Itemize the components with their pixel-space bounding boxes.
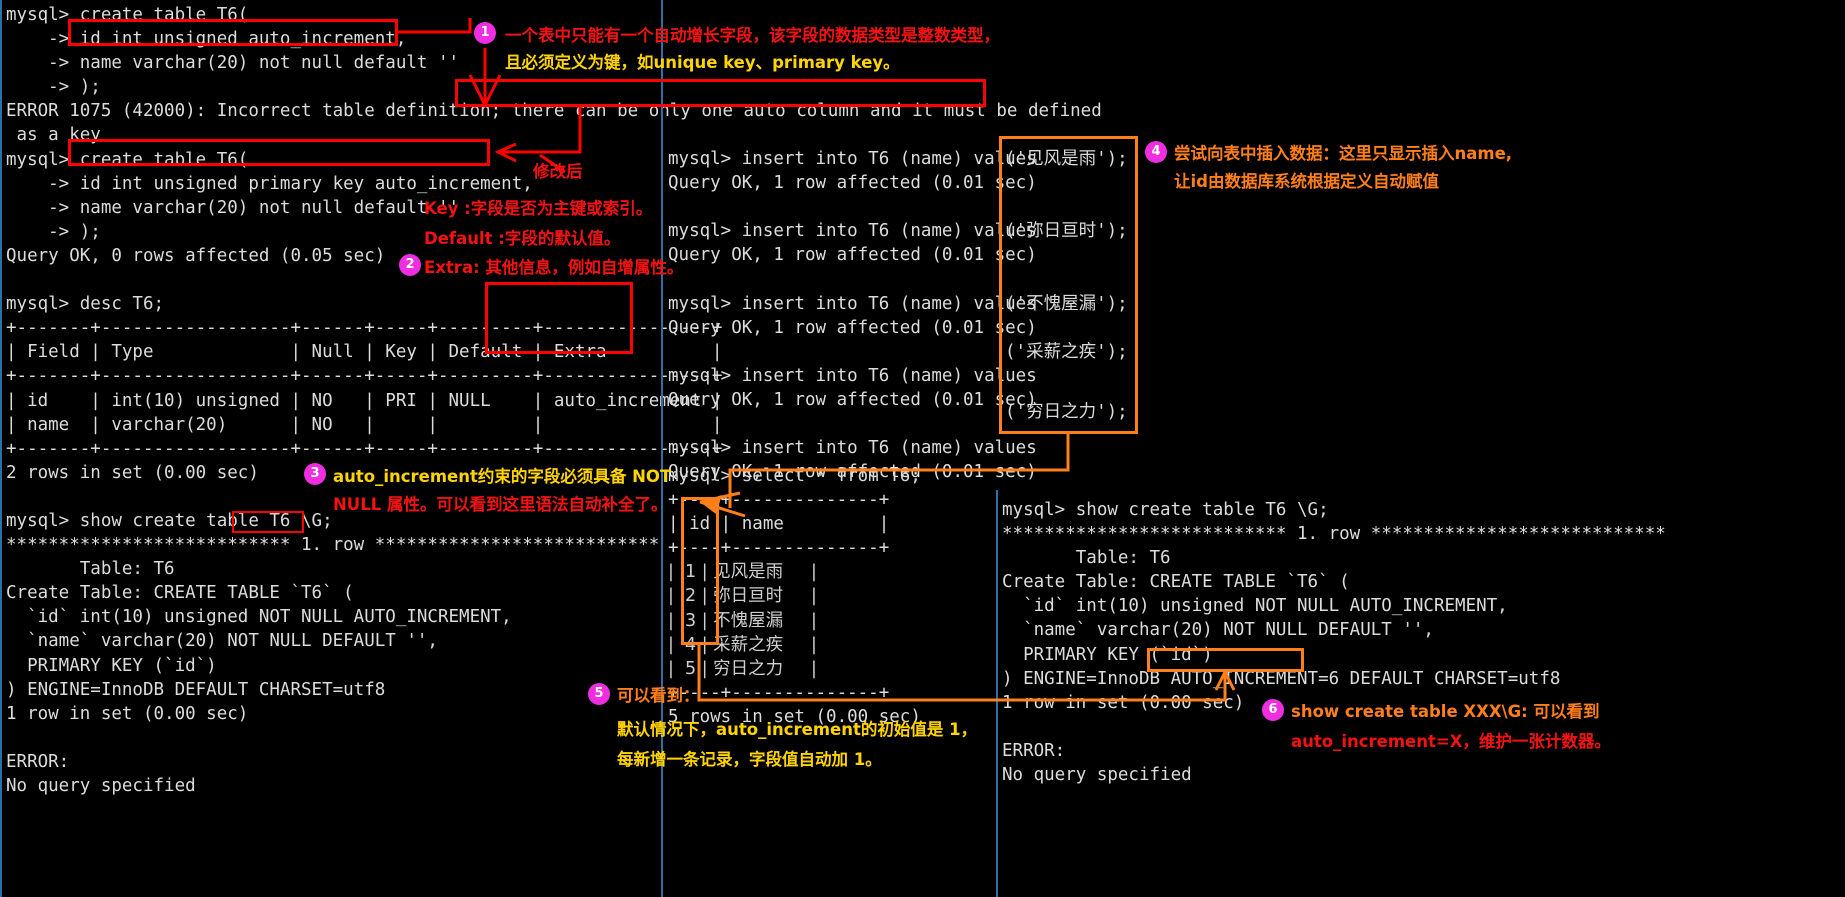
term-line: Table: T6	[1002, 548, 1171, 569]
term-line: +-------+------------------+------+-----…	[6, 438, 723, 459]
term-line: | 3 | 不愧屋漏 |	[668, 610, 817, 631]
term-line: ERROR:	[6, 751, 70, 772]
term-line: `id` int(10) unsigned NOT NULL AUTO_INCR…	[6, 607, 512, 628]
term-line: mysql> create table T6(	[6, 149, 249, 170]
annotation-3-line-2: NULL 属性。可以看到这里语法自动补全了。	[333, 495, 668, 514]
term-line: Query OK, 1 row affected (0.01 sec)	[668, 173, 1037, 194]
term-line: -> id int unsigned auto_increment,	[6, 29, 407, 50]
term-line: +----+--------------+	[668, 538, 890, 559]
annotation-5-line-1: 可以看到：	[617, 686, 700, 705]
annotation-5-line-2: 默认情况下，auto_increment的初始值是 1，	[617, 720, 978, 739]
middle-terminal-select[interactable]: mysql> select * from T6; +----+---------…	[668, 464, 1008, 729]
term-line: Query OK, 1 row affected (0.01 sec)	[668, 317, 1037, 338]
term-line: `id` int(10) unsigned NOT NULL AUTO_INCR…	[1002, 596, 1508, 617]
term-line: +-------+------------------+------+-----…	[6, 366, 723, 387]
term-line: +----+--------------+	[668, 490, 890, 511]
annotation-2-line-1: Key :字段是否为主键或索引。	[424, 199, 653, 218]
term-line: *************************** 1. row *****…	[1002, 524, 1666, 545]
term-line: | name | varchar(20) | NO | | | |	[6, 414, 723, 435]
after-modification-label: 修改后	[533, 162, 583, 181]
term-line: mysql> desc T6;	[6, 294, 165, 315]
term-line: as a key	[6, 125, 101, 146]
term-line: PRIMARY KEY (`id`)	[1002, 644, 1213, 665]
term-line: mysql> insert into T6 (name) values	[668, 365, 1037, 386]
annotation-2-line-3: Extra: 其他信息，例如自增属性。	[424, 258, 684, 277]
term-line: *************************** 1. row *****…	[6, 535, 660, 556]
annotation-3-line-1: auto_increment约束的字段必须具备 NOT	[333, 467, 672, 486]
term-line: +----+--------------+	[668, 682, 890, 703]
insert-value-1: ('弥日亘时');	[1005, 221, 1128, 241]
left-terminal-output[interactable]: mysql> create table T6( -> id int unsign…	[6, 3, 1102, 798]
annotation-6-line-1: show create table XXX\G: 可以看到	[1291, 702, 1600, 721]
annotation-badge-1: 1	[474, 22, 496, 44]
term-line: Query OK, 1 row affected (0.01 sec)	[668, 389, 1037, 410]
term-line: | Field | Type | Null | Key | Default | …	[6, 342, 723, 363]
term-line: | id | name |	[668, 514, 890, 535]
term-line: 1 row in set (0.00 sec)	[1002, 692, 1245, 713]
term-line: -> name varchar(20) not null default ''	[6, 197, 460, 218]
term-line: ERROR 1075 (42000): Incorrect table defi…	[6, 101, 1102, 122]
term-line: ) ENGINE=InnoDB AUTO_INCREMENT=6 DEFAULT…	[1002, 668, 1561, 689]
term-line: mysql> show create table T6 \G;	[1002, 500, 1329, 520]
term-line: Create Table: CREATE TABLE `T6` (	[1002, 572, 1350, 593]
term-line: mysql> insert into T6 (name) values	[668, 438, 1037, 459]
annotation-badge-3: 3	[304, 463, 326, 485]
insert-value-0: ('见风是雨');	[1005, 149, 1128, 169]
term-line: -> id int unsigned primary key auto_incr…	[6, 173, 533, 194]
term-line: PRIMARY KEY (`id`)	[6, 655, 217, 676]
annotation-badge-6: 6	[1262, 699, 1284, 721]
term-line: | 1 | 见风是雨 |	[668, 562, 817, 583]
term-line: mysql> show create table T6 \G;	[6, 510, 333, 531]
term-line: mysql> insert into T6 (name) values	[668, 221, 1037, 242]
term-line: 1 row in set (0.00 sec)	[6, 703, 249, 724]
terminal-screenshot: mysql> create table T6( -> id int unsign…	[0, 0, 1845, 897]
annotation-6-line-2: auto_increment=X，维护一张计数器。	[1291, 732, 1611, 751]
annotation-5-line-3: 每新增一条记录，字段值自动加 1。	[617, 750, 882, 769]
term-line: Query OK, 0 rows affected (0.05 sec)	[6, 245, 386, 266]
annotation-badge-2: 2	[399, 254, 421, 276]
term-line: mysql> select * from T6;	[668, 466, 921, 486]
annotation-badge-5: 5	[588, 683, 610, 705]
term-line: +-------+------------------+------+-----…	[6, 318, 723, 339]
term-line: No query specified	[6, 776, 196, 796]
term-line: | 5 | 穷日之力 |	[668, 658, 817, 679]
term-line: | 2 | 弥日亘时 |	[668, 586, 817, 607]
annotation-4-line-1: 尝试向表中插入数据：这里只显示插入name,	[1174, 144, 1513, 163]
annotation-2-line-2: Default :字段的默认值。	[424, 229, 621, 248]
term-line: ERROR:	[1002, 740, 1066, 761]
term-line: | id | int(10) unsigned | NO | PRI | NUL…	[6, 390, 723, 411]
right-pane-gutter	[996, 490, 998, 897]
annotation-1-line-2: 且必须定义为键，如unique key、primary key。	[505, 53, 900, 72]
term-line: `name` varchar(20) NOT NULL DEFAULT '',	[6, 631, 438, 652]
term-line: mysql> insert into T6 (name) values	[668, 149, 1037, 169]
annotation-badge-4: 4	[1145, 141, 1167, 163]
term-line: 2 rows in set (0.00 sec)	[6, 462, 259, 483]
term-line: Create Table: CREATE TABLE `T6` (	[6, 583, 354, 604]
insert-value-3: ('采薪之疾');	[1005, 342, 1128, 362]
middle-terminal-inserts[interactable]: mysql> insert into T6 (name) values Quer…	[668, 147, 1037, 484]
annotation-1-line-1: 一个表中只能有一个自动增长字段，该字段的数据类型是整数类型，	[505, 26, 1000, 45]
term-line: | 4 | 采薪之疾 |	[668, 634, 817, 655]
insert-value-2: ('不愧屋漏');	[1005, 294, 1128, 314]
left-pane-gutter	[0, 0, 2, 897]
term-line: ) ENGINE=InnoDB DEFAULT CHARSET=utf8	[6, 679, 386, 700]
term-line: No query specified	[1002, 765, 1192, 786]
term-line: `name` varchar(20) NOT NULL DEFAULT '',	[1002, 620, 1434, 641]
term-line: -> );	[6, 77, 101, 98]
term-line: -> name varchar(20) not null default ''	[6, 53, 460, 74]
annotation-4-line-2: 让id由数据库系统根据定义自动赋值	[1174, 172, 1439, 191]
term-line: mysql> create table T6(	[6, 5, 249, 25]
term-line: -> );	[6, 221, 101, 242]
term-line: Query OK, 1 row affected (0.01 sec)	[668, 245, 1037, 266]
term-line: Table: T6	[6, 559, 175, 580]
term-line: mysql> insert into T6 (name) values	[668, 293, 1037, 314]
insert-value-4: ('穷日之力');	[1005, 402, 1128, 422]
